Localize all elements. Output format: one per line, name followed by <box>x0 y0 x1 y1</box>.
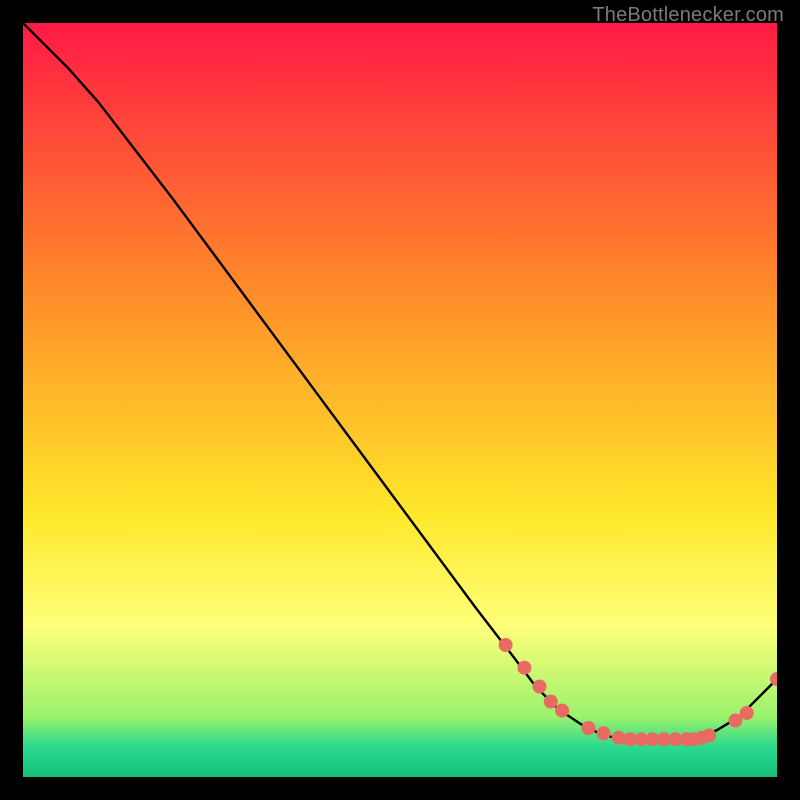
chart-container: TheBottlenecker.com <box>0 0 800 800</box>
data-point-marker <box>597 726 611 740</box>
bottleneck-chart <box>23 23 777 777</box>
data-point-marker <box>544 695 558 709</box>
data-point-marker <box>555 704 569 718</box>
data-point-marker <box>740 706 754 720</box>
gradient-background <box>23 23 777 777</box>
data-point-marker <box>517 661 531 675</box>
attribution-text: TheBottlenecker.com <box>592 4 784 27</box>
data-point-marker <box>533 680 547 694</box>
data-point-marker <box>582 721 596 735</box>
data-point-marker <box>499 638 513 652</box>
data-point-marker <box>702 729 716 743</box>
